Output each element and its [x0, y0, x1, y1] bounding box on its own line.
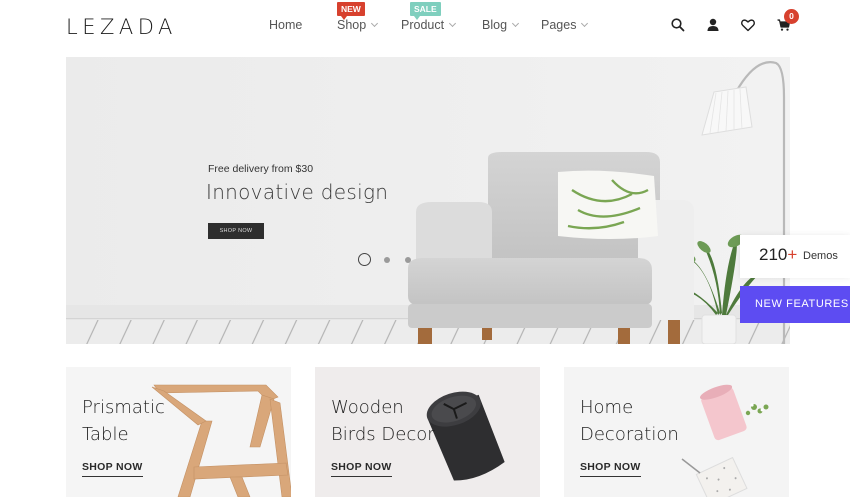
nav-product[interactable]: Product: [401, 18, 457, 32]
new-badge: NEW: [337, 2, 365, 20]
nav-shop[interactable]: Shop: [337, 18, 379, 32]
user-icon[interactable]: [705, 17, 721, 33]
demos-count: 210+: [759, 245, 797, 265]
demos-number: 210: [759, 245, 788, 264]
nav-blog[interactable]: Blog: [482, 18, 520, 32]
nav-blog-label: Blog: [482, 18, 508, 32]
wooden-chair-image: [151, 384, 291, 497]
category-title: Prismatic Table: [82, 394, 165, 448]
category-title: Wooden Birds Decor: [331, 394, 435, 448]
shop-now-link[interactable]: SHOP NOW: [580, 461, 641, 477]
category-title-line1: Prismatic: [82, 397, 165, 418]
nav-home[interactable]: Home: [269, 18, 302, 32]
hero-shop-now-button[interactable]: SHOP NOW: [208, 223, 264, 239]
category-title: Home Decoration: [580, 394, 679, 448]
category-card[interactable]: Home Decoration SHOP NOW: [564, 367, 789, 497]
chevron-down-icon: [371, 19, 379, 28]
demos-widget[interactable]: 210+ Demos: [740, 235, 850, 278]
hero-title: Innovative design: [206, 180, 389, 204]
search-icon[interactable]: [670, 17, 686, 33]
category-title-line2: Birds Decor: [331, 424, 435, 445]
chevron-down-icon: [511, 19, 520, 28]
nav-pages[interactable]: Pages: [541, 18, 589, 32]
nav-shop-label: Shop: [337, 18, 367, 32]
chevron-down-icon: [449, 19, 457, 28]
category-card[interactable]: Wooden Birds Decor SHOP NOW: [315, 367, 540, 497]
slider-dot-3[interactable]: [405, 257, 411, 263]
category-title-line2: Decoration: [580, 424, 679, 445]
armchair-image: [408, 152, 694, 344]
heart-icon[interactable]: [740, 17, 756, 33]
shop-now-link[interactable]: SHOP NOW: [331, 461, 392, 477]
nav-product-label: Product: [401, 18, 445, 32]
sale-badge: SALE: [410, 2, 441, 20]
demos-label: Demos: [803, 250, 838, 262]
nav-home-label: Home: [269, 18, 303, 32]
clock-image: [426, 391, 505, 481]
category-title-line1: Wooden: [331, 397, 404, 418]
hero-subtitle: Free delivery from $30: [208, 163, 314, 175]
slider-dot-1[interactable]: [358, 253, 371, 266]
new-features-button[interactable]: NEW FEATURES: [740, 286, 850, 323]
category-card[interactable]: Prismatic Table SHOP NOW: [66, 367, 291, 497]
slider-dot-2[interactable]: [384, 257, 390, 263]
shop-now-link[interactable]: SHOP NOW: [82, 461, 143, 477]
site-header: LEZADA NEW SALE Home Shop Product Blog P…: [0, 0, 850, 56]
category-title-line1: Home: [580, 397, 634, 418]
home-decor-image: [681, 384, 769, 497]
chevron-down-icon: [581, 19, 589, 28]
nav-pages-label: Pages: [541, 18, 577, 32]
demos-plus: +: [787, 245, 798, 264]
logo[interactable]: LEZADA: [66, 15, 177, 39]
category-title-line2: Table: [82, 424, 129, 445]
hero-slider: Free delivery from $30 Innovative design…: [66, 57, 790, 344]
cart-count-badge: 0: [784, 9, 799, 24]
